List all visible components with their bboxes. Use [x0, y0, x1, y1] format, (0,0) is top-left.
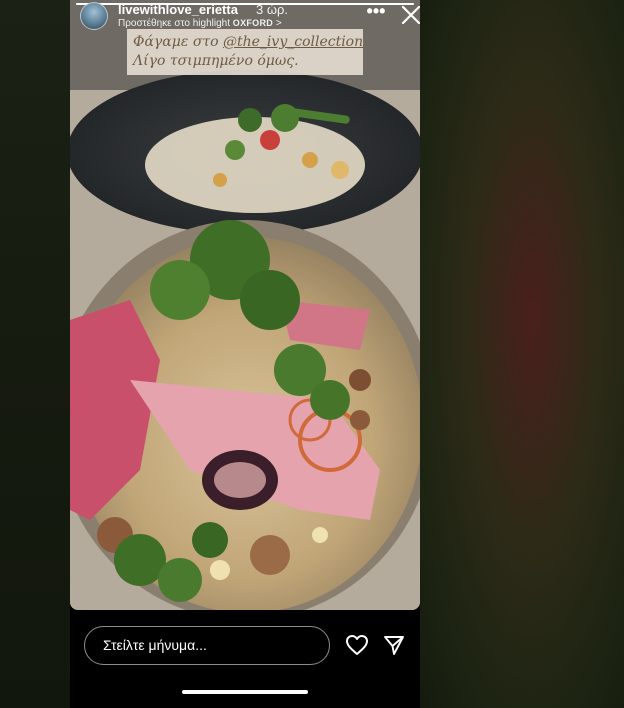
username[interactable]: livewithlove_erietta	[118, 2, 238, 17]
food-photo	[70, 0, 420, 610]
more-icon[interactable]: •••	[366, 2, 386, 24]
caption-line-1: Φάγαμε στο @the_ivy_collection	[133, 33, 363, 52]
caption-line-2: Λίγο τσιμπημένο όμως.	[133, 53, 299, 69]
heart-icon[interactable]	[345, 634, 369, 656]
caption-mention-link[interactable]: @the_ivy_collection	[223, 34, 363, 50]
message-input[interactable]: Στείλτε μήνυμα...	[84, 626, 330, 665]
send-icon[interactable]	[383, 634, 405, 656]
post-time: 3 ώρ.	[256, 2, 288, 17]
story-caption: Φάγαμε στο @the_ivy_collection Λίγο τσιμ…	[127, 29, 363, 75]
close-icon[interactable]	[400, 4, 420, 26]
story-viewer[interactable]: livewithlove_erietta 3 ώρ. Προστέθηκε στ…	[70, 0, 420, 708]
avatar[interactable]	[80, 2, 108, 30]
highlight-name: OXFORD	[232, 18, 274, 28]
reply-bar: Στείλτε μήνυμα...	[70, 610, 420, 708]
home-indicator	[182, 690, 308, 694]
chevron-right-icon: >	[275, 18, 282, 29]
highlight-link[interactable]: Προστέθηκε στο highlight OXFORD >	[118, 18, 282, 29]
story-photo[interactable]	[70, 0, 420, 610]
story-header: livewithlove_erietta 3 ώρ. Προστέθηκε στ…	[80, 0, 420, 32]
backdrop-left	[0, 0, 70, 708]
caption-prefix: Φάγαμε στο	[133, 34, 223, 50]
highlight-prefix: Προστέθηκε στο highlight	[118, 18, 230, 29]
backdrop-right	[420, 0, 624, 708]
